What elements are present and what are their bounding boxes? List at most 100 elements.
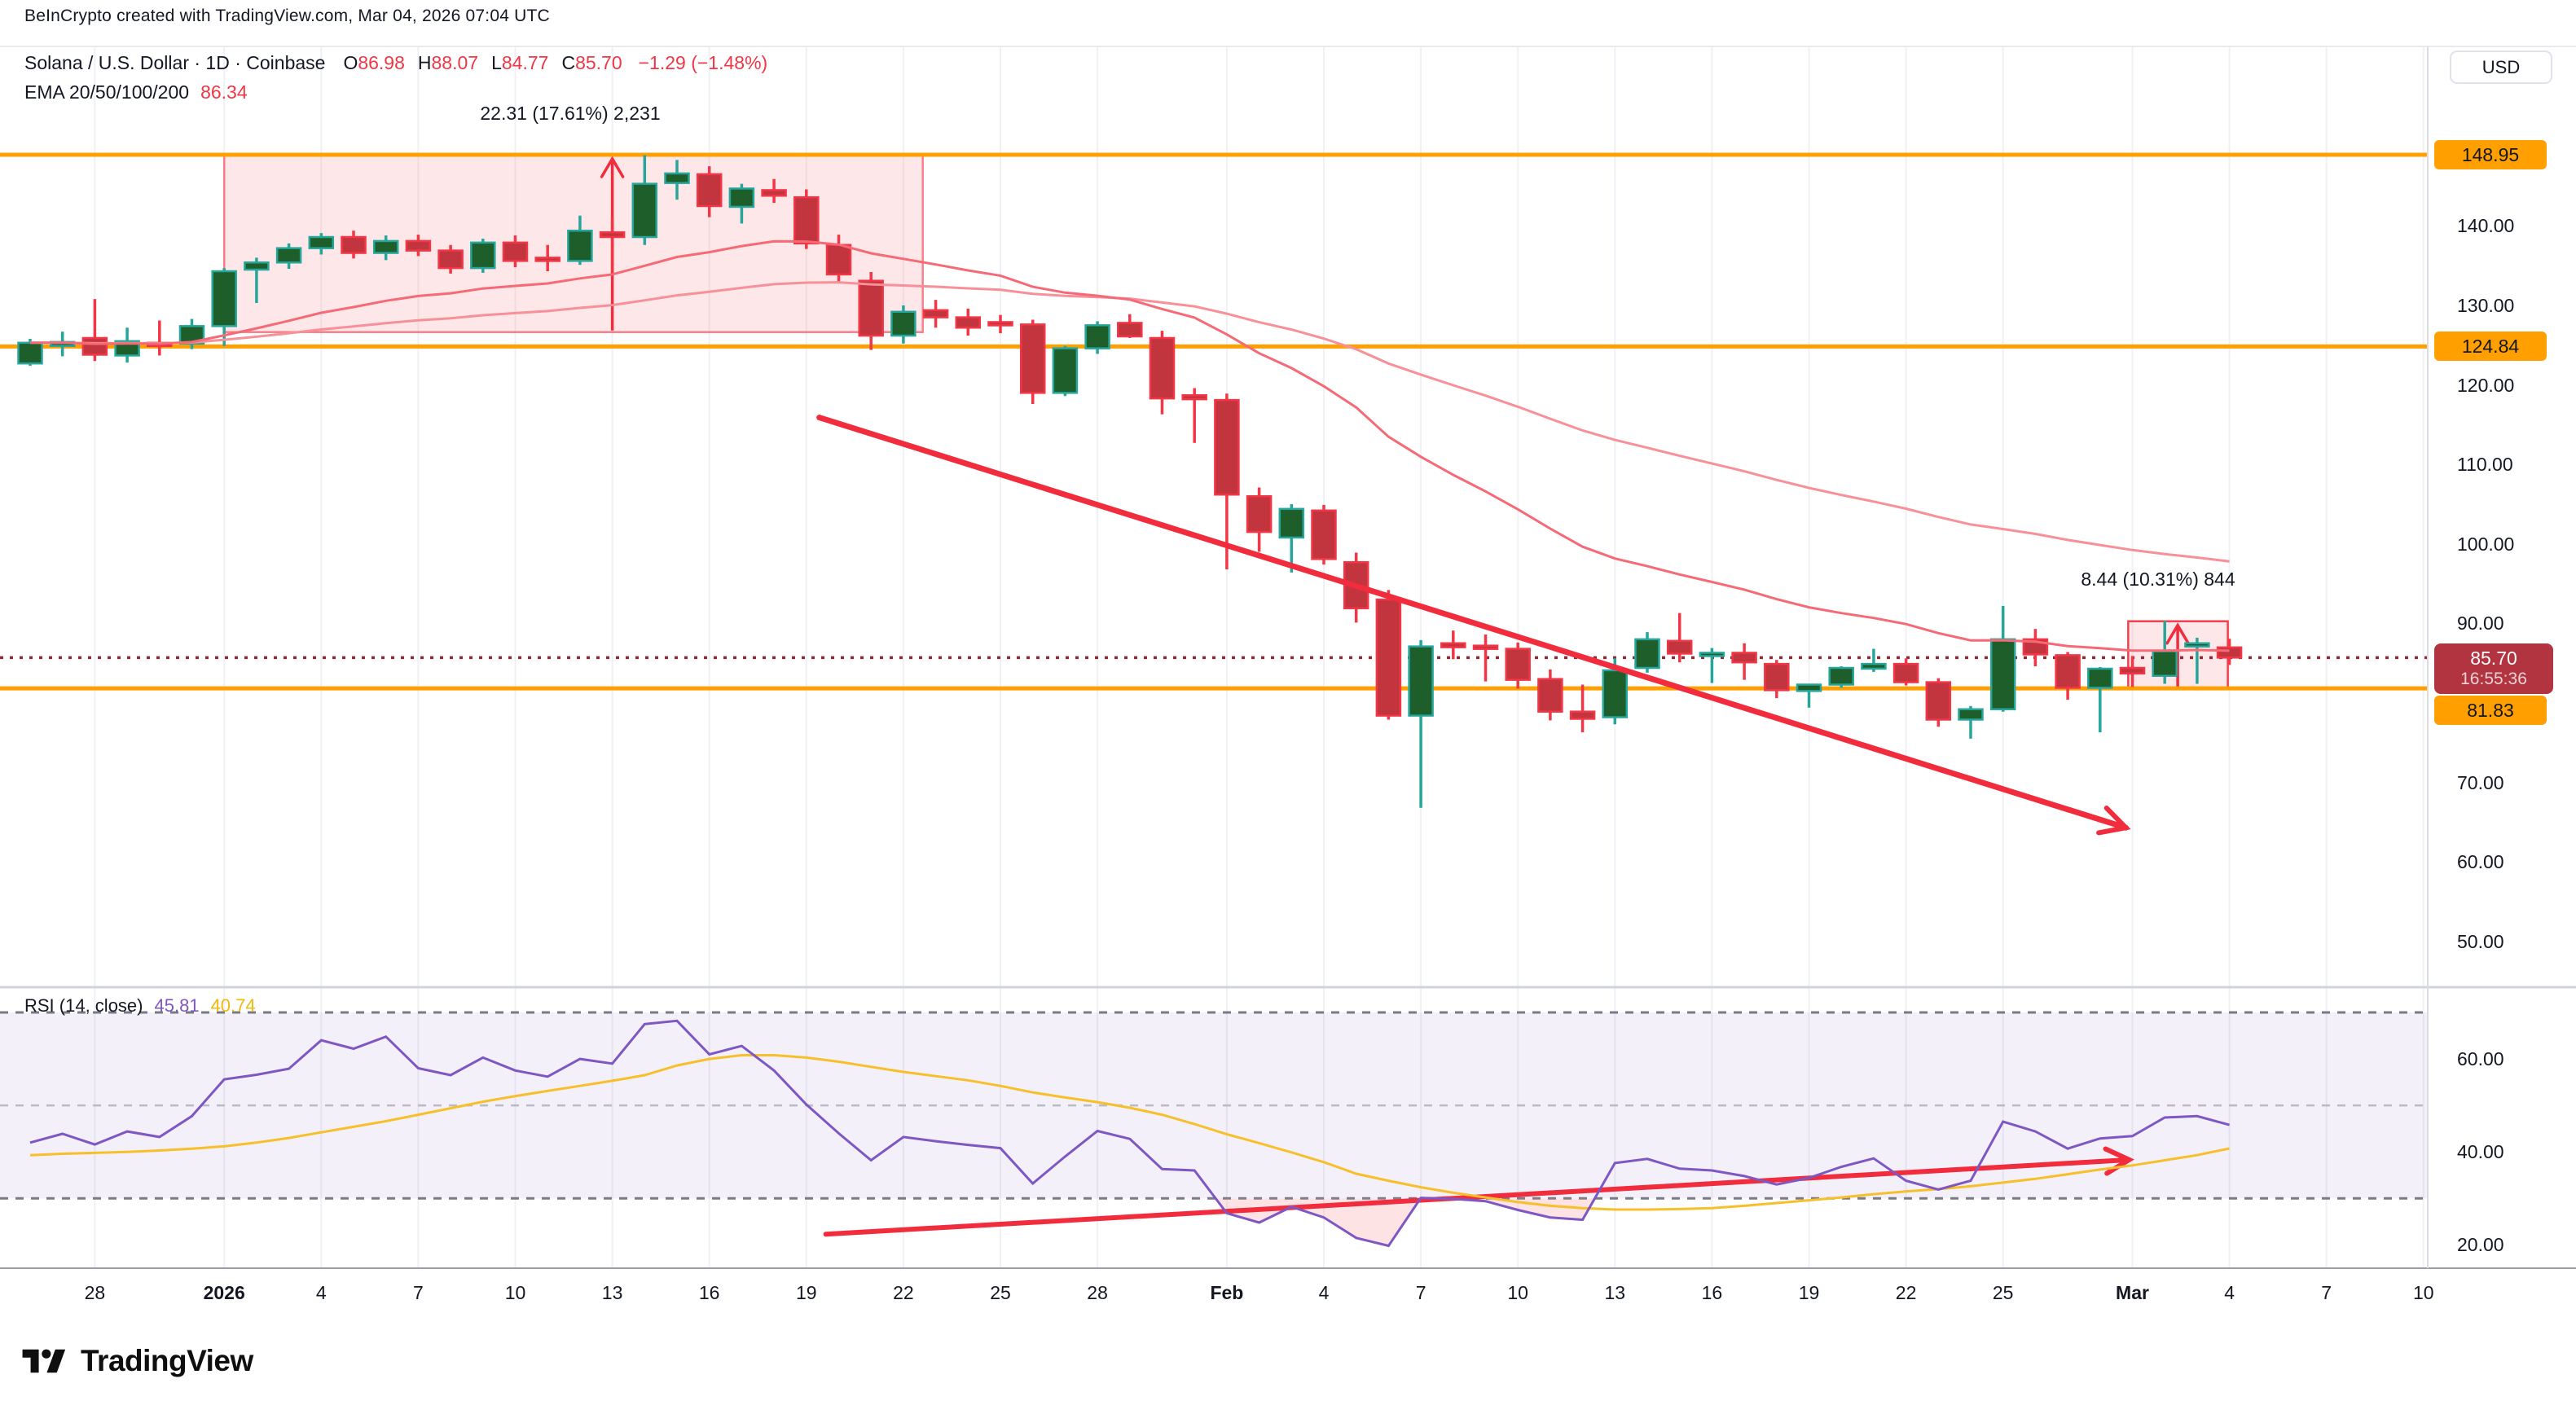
candle-body[interactable] — [1150, 338, 1174, 398]
candle-body[interactable] — [2056, 655, 2080, 687]
candle-body[interactable] — [956, 318, 980, 328]
candle-body[interactable] — [568, 231, 591, 261]
candle-body[interactable] — [1668, 641, 1691, 654]
candle-body[interactable] — [2218, 648, 2241, 657]
candle-body[interactable] — [1053, 349, 1077, 393]
candle-body[interactable] — [633, 184, 657, 237]
candle-body[interactable] — [859, 281, 883, 336]
candle-body[interactable] — [407, 241, 430, 251]
candle-body[interactable] — [1700, 652, 1724, 656]
candle-body[interactable] — [1021, 324, 1044, 393]
candle-body[interactable] — [794, 197, 818, 244]
candle-body[interactable] — [924, 310, 947, 318]
candle-body[interactable] — [503, 243, 527, 261]
candle-body[interactable] — [1441, 643, 1465, 648]
candle-body[interactable] — [471, 243, 495, 268]
candle-body[interactable] — [1830, 668, 1853, 684]
candle-body[interactable] — [277, 248, 301, 263]
currency-toggle-button[interactable]: USD — [2450, 50, 2552, 84]
candle-body[interactable] — [244, 262, 268, 270]
time-axis-label[interactable]: Mar — [2116, 1282, 2149, 1304]
candle-body[interactable] — [83, 338, 107, 354]
candle-body[interactable] — [1118, 323, 1141, 336]
range-measurement-label-2[interactable]: 8.44 (10.31%) 844 — [2081, 569, 2235, 591]
time-axis-label[interactable]: 16 — [1702, 1282, 1723, 1304]
candle-body[interactable] — [1603, 670, 1627, 718]
candle-body[interactable] — [1765, 664, 1788, 690]
candle-body[interactable] — [1183, 395, 1207, 399]
price-axis-label: 70.00 — [2457, 771, 2504, 794]
candle-body[interactable] — [1377, 599, 1400, 715]
time-axis-label[interactable]: 10 — [505, 1282, 526, 1304]
candle-body[interactable] — [2088, 669, 2112, 687]
candle-body[interactable] — [1312, 511, 1336, 560]
candle-body[interactable] — [2153, 652, 2177, 676]
time-axis-label[interactable]: 4 — [2224, 1282, 2235, 1304]
symbol-title[interactable]: Solana / U.S. Dollar · 1D · Coinbase — [24, 52, 325, 73]
time-axis-label[interactable]: 25 — [1993, 1282, 2014, 1304]
candle-body[interactable] — [1086, 325, 1110, 348]
candle-body[interactable] — [697, 174, 721, 206]
candle-body[interactable] — [439, 251, 463, 268]
candle-body[interactable] — [1215, 400, 1238, 494]
candle-body[interactable] — [763, 190, 786, 195]
time-axis-label[interactable]: 22 — [1896, 1282, 1917, 1304]
candle-body[interactable] — [730, 188, 754, 206]
candle-body[interactable] — [374, 241, 398, 253]
time-axis-label[interactable]: 19 — [796, 1282, 817, 1304]
candle-body[interactable] — [1797, 685, 1821, 692]
candle-body[interactable] — [536, 257, 560, 261]
time-axis-label[interactable]: 10 — [2413, 1282, 2434, 1304]
candle-body[interactable] — [1538, 679, 1562, 712]
candle-body[interactable] — [1959, 709, 1983, 720]
time-axis-label[interactable]: 28 — [1087, 1282, 1108, 1304]
candle-body[interactable] — [1247, 496, 1271, 532]
rsi-legend[interactable]: RSI (14, close)45.8140.74 — [24, 995, 256, 1017]
symbol-legend[interactable]: Solana / U.S. Dollar · 1D · CoinbaseO86.… — [24, 52, 767, 74]
time-axis-label[interactable]: 7 — [413, 1282, 424, 1304]
candle-body[interactable] — [1474, 646, 1497, 649]
time-axis-label[interactable]: 7 — [1416, 1282, 1426, 1304]
time-axis-label[interactable]: 28 — [85, 1282, 106, 1304]
time-axis-label[interactable]: 10 — [1507, 1282, 1528, 1304]
candle-body[interactable] — [1991, 639, 2015, 709]
candle-body[interactable] — [2185, 643, 2209, 647]
candle-body[interactable] — [342, 237, 366, 253]
candle-body[interactable] — [827, 245, 851, 274]
time-axis-label[interactable]: 7 — [2321, 1282, 2332, 1304]
candle-body[interactable] — [1506, 649, 1530, 680]
time-axis-label[interactable]: 19 — [1799, 1282, 1820, 1304]
candle-body[interactable] — [891, 312, 915, 336]
candle-body[interactable] — [1733, 652, 1756, 662]
change-value: −1.29 (−1.48%) — [639, 52, 768, 73]
time-axis-label[interactable]: 25 — [990, 1282, 1011, 1304]
time-axis-label[interactable]: Feb — [1210, 1282, 1243, 1304]
price-trendline[interactable] — [820, 418, 2126, 828]
tradingview-logo[interactable]: TradingView — [19, 1344, 253, 1378]
candle-body[interactable] — [1927, 683, 1950, 720]
time-axis-label[interactable]: 4 — [316, 1282, 327, 1304]
time-axis-label[interactable]: 16 — [699, 1282, 720, 1304]
candle-body[interactable] — [1280, 509, 1303, 538]
time-axis-label[interactable]: 4 — [1319, 1282, 1330, 1304]
candle-body[interactable] — [666, 173, 689, 183]
rsi-axis-label: 20.00 — [2457, 1233, 2504, 1256]
candle-body[interactable] — [1571, 712, 1594, 719]
ema-legend[interactable]: EMA 20/50/100/20086.34 — [24, 81, 248, 103]
candle-body[interactable] — [19, 343, 42, 363]
time-axis-label[interactable]: 22 — [893, 1282, 914, 1304]
candle-body[interactable] — [2121, 668, 2144, 674]
candle-body[interactable] — [1894, 664, 1918, 682]
time-axis-label[interactable]: 13 — [602, 1282, 623, 1304]
time-axis-label[interactable]: 13 — [1605, 1282, 1626, 1304]
candle-body[interactable] — [600, 232, 624, 237]
candle-body[interactable] — [213, 271, 236, 326]
candle-body[interactable] — [1862, 664, 1885, 669]
candle-body[interactable] — [1409, 647, 1433, 716]
candle-body[interactable] — [310, 237, 333, 248]
time-axis-label[interactable]: 2026 — [204, 1282, 245, 1304]
price-axis-label: 110.00 — [2457, 453, 2513, 476]
range-measurement-label-1[interactable]: 22.31 (17.61%) 2,231 — [480, 103, 660, 125]
candle-body[interactable] — [1636, 639, 1659, 668]
candle-body[interactable] — [989, 322, 1013, 325]
